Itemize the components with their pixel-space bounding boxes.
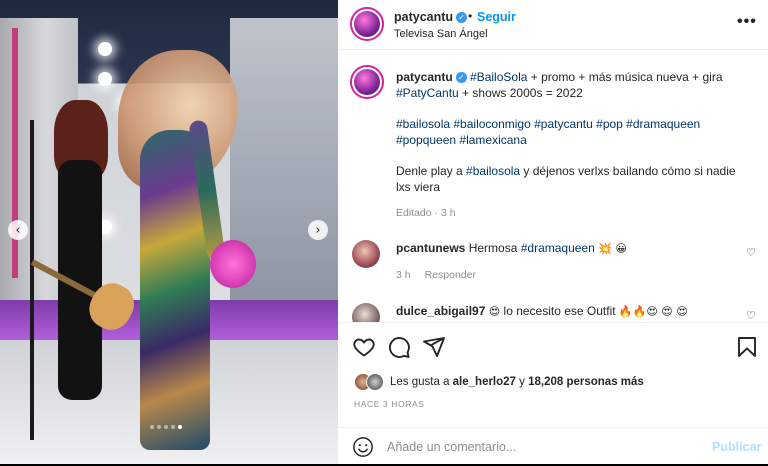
caption-line: Denle play a #bailosola y déjenos verlxs… (396, 163, 736, 195)
comment-time: 3 h (396, 269, 411, 281)
avatar[interactable] (352, 240, 380, 268)
dancer-figure (118, 50, 268, 450)
avatar-image (354, 11, 380, 37)
avatar (366, 373, 384, 391)
heart-icon[interactable]: ♡ (746, 309, 756, 322)
feather-glove (210, 240, 256, 288)
comment-icon[interactable] (387, 335, 411, 359)
publish-button[interactable]: Publicar (712, 440, 761, 454)
comment-body: lo necesito ese Outfit (500, 304, 619, 318)
post-media[interactable]: ‹ › (0, 0, 338, 464)
hashtag-link[interactable]: #dramaqueen (521, 241, 595, 255)
liker-username[interactable]: ale_herlo27 (453, 376, 516, 388)
caption-avatar[interactable] (350, 65, 384, 99)
stage-light (98, 72, 112, 86)
heart-icon[interactable]: ♡ (746, 246, 756, 259)
comment-username[interactable]: dulce_abigail97 (396, 304, 485, 318)
comment-body: Hermosa (468, 241, 521, 255)
carousel-dot (178, 425, 182, 429)
hashtag-link[interactable]: #bailosola (466, 164, 520, 178)
avatar-image (354, 69, 380, 95)
verified-icon: ✓ (456, 12, 468, 24)
heart-icon[interactable] (352, 335, 376, 359)
likes-count[interactable]: 18,208 personas más (528, 376, 644, 388)
action-bar: Les gusta a ale_herlo27 y 18,208 persona… (338, 322, 768, 465)
likes-prefix: Les gusta a (390, 376, 453, 388)
smile-icon[interactable] (352, 436, 374, 458)
carousel-dot (171, 425, 175, 429)
wall-stripe (12, 28, 18, 278)
caption-hashtags[interactable]: #bailosola #bailoconmigo #patycantu #pop… (396, 116, 736, 148)
comments-section[interactable]: patycantu ✓ #BailoSola + promo + más músi… (338, 50, 768, 322)
caption-text: + promo + más música nueva + gira (527, 70, 723, 84)
follow-button[interactable]: Seguir (477, 10, 516, 24)
bookmark-icon[interactable] (735, 335, 759, 359)
likes-text: Les gusta a ale_herlo27 y 18,208 persona… (390, 376, 644, 388)
hashtag-link[interactable]: #BailoSola (470, 70, 527, 84)
comment-emoji: 💥 😀 (594, 242, 627, 255)
caption-username[interactable]: patycantu (396, 70, 453, 84)
header-username[interactable]: patycantu ✓ (394, 10, 468, 24)
caption-text: Denle play a (396, 164, 467, 178)
comment-username[interactable]: pcantunews (396, 241, 465, 255)
caption-text: + shows 2000s = 2022 (458, 86, 583, 100)
post-header: patycantu ✓ • Seguir Televisa San Ángel •… (338, 0, 768, 50)
carousel-indicator (150, 425, 182, 429)
carousel-dot (157, 425, 161, 429)
more-icon[interactable]: ••• (737, 13, 757, 31)
comment-text: dulce_abigail97 😍 lo necesito ese Outfit… (396, 304, 688, 318)
location-link[interactable]: Televisa San Ángel (394, 28, 488, 40)
reply-button[interactable]: Responder (425, 269, 476, 281)
comment-input[interactable] (387, 438, 687, 456)
verified-icon: ✓ (455, 72, 467, 84)
previous-slide-button[interactable]: ‹ (8, 220, 28, 240)
separator: • (468, 9, 473, 23)
hashtag-link[interactable]: #PatyCantu (396, 86, 459, 100)
carousel-dot (150, 425, 154, 429)
share-icon[interactable] (422, 335, 446, 359)
carousel-dot (164, 425, 168, 429)
chevron-right-icon: › (315, 222, 321, 238)
comment-emoji: 🔥🔥😍 😍 😍 (618, 305, 688, 318)
comment-text: pcantunews Hermosa #dramaqueen 💥 😀 (396, 241, 627, 255)
avatar[interactable] (352, 303, 380, 322)
guitarist-figure (30, 100, 142, 410)
caption: patycantu ✓ #BailoSola + promo + más músi… (396, 69, 736, 195)
post-timestamp[interactable]: HACE 3 HORAS (354, 399, 425, 409)
post-panel: patycantu ✓ • Seguir Televisa San Ángel •… (338, 0, 768, 464)
caption-meta: Editado · 3 h (396, 207, 456, 219)
username-text: patycantu (394, 10, 454, 24)
avatar[interactable] (350, 7, 384, 41)
comment-emoji: 😍 (488, 305, 501, 318)
likes-summary[interactable]: Les gusta a ale_herlo27 y 18,208 persona… (354, 373, 754, 391)
next-slide-button[interactable]: › (308, 220, 328, 240)
comment-meta: 3 h Responder (396, 269, 490, 281)
chevron-left-icon: ‹ (15, 222, 21, 238)
likes-middle: y (515, 376, 529, 388)
add-comment-form: Publicar (338, 427, 768, 466)
stage-light (98, 42, 112, 56)
